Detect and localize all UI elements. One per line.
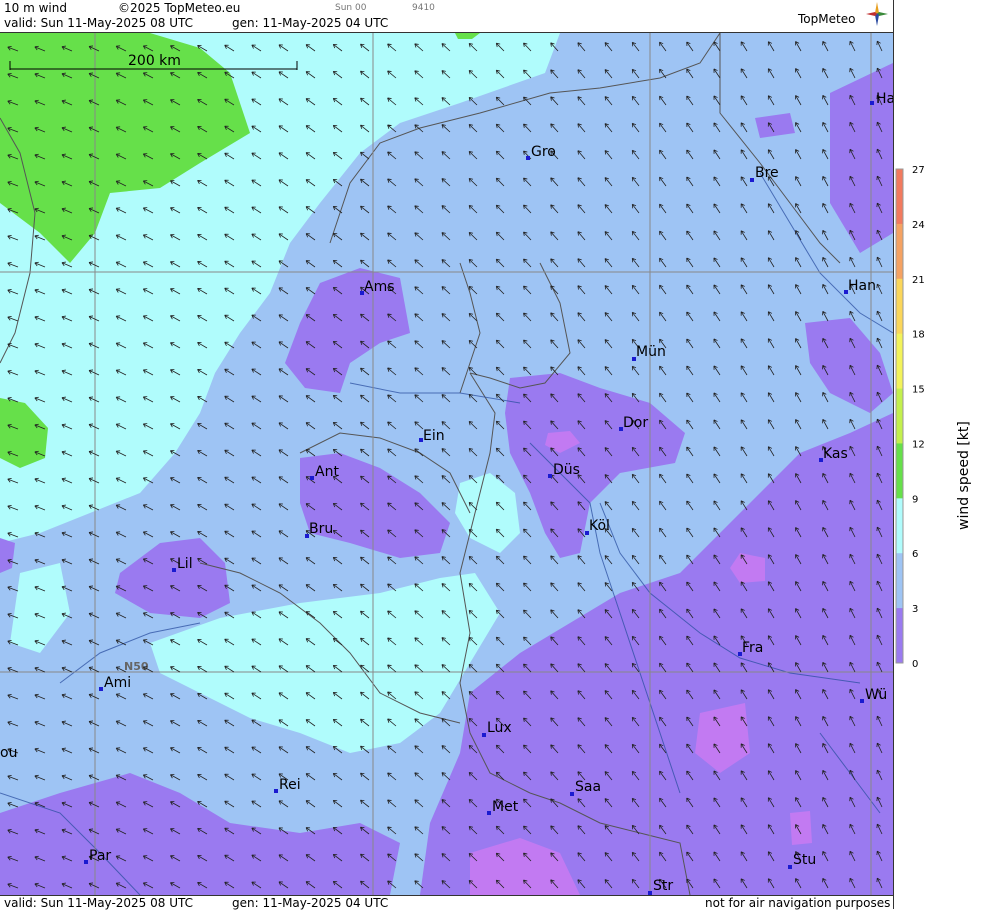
city-label: Bre bbox=[755, 165, 779, 181]
city-label: Ams bbox=[364, 279, 395, 295]
legend-tick-label: 12 bbox=[912, 439, 925, 450]
legend-tick-label: 6 bbox=[912, 549, 918, 560]
city-label: Saa bbox=[575, 779, 601, 795]
legend-color-segment bbox=[896, 608, 903, 664]
legend-tick-label: 15 bbox=[912, 385, 925, 396]
city-marker bbox=[788, 865, 792, 869]
wind-speed-legend: 27 24 21 18 15 12 9 6 3 0 wind speed [kt] bbox=[893, 0, 983, 909]
city-marker bbox=[99, 687, 103, 691]
legend-color-segment bbox=[896, 278, 903, 335]
city-label: Stu bbox=[793, 852, 816, 868]
city-label: Bru bbox=[309, 521, 333, 537]
city-label: Düs bbox=[553, 462, 580, 478]
city-label: Kas bbox=[823, 446, 848, 462]
legend-color-segment bbox=[896, 553, 903, 609]
city-label: ou bbox=[0, 745, 17, 761]
city-label: Ha bbox=[876, 91, 893, 107]
city-marker bbox=[172, 568, 176, 572]
legend-color-segment bbox=[896, 223, 903, 280]
city-label: Str bbox=[653, 878, 673, 894]
legend-color-bar bbox=[895, 168, 904, 664]
city-marker bbox=[274, 789, 278, 793]
legend-tick-label: 18 bbox=[912, 330, 925, 341]
city-label: Met bbox=[492, 799, 519, 815]
legend-color-segment bbox=[896, 388, 903, 444]
city-label: Wü bbox=[865, 687, 887, 703]
copyright: ©2025 TopMeteo.eu bbox=[118, 1, 241, 15]
city-marker bbox=[482, 733, 486, 737]
small-label-b: 9410 bbox=[412, 3, 435, 13]
city-marker bbox=[860, 699, 864, 703]
topmeteo-logo: TopMeteo bbox=[798, 12, 856, 26]
legend-tick-label: 0 bbox=[912, 659, 918, 670]
city-label: Par bbox=[89, 848, 111, 864]
city-label: Ein bbox=[423, 428, 445, 444]
city-marker bbox=[84, 860, 88, 864]
city-label: Fra bbox=[742, 640, 763, 656]
legend-tick-label: 24 bbox=[912, 220, 925, 231]
legend-color-segment bbox=[896, 333, 903, 390]
compass-logo-icon bbox=[866, 2, 888, 26]
wind-map[interactable]: N50 200 km Ha Gro Bre Ams Han Mün Dor Ein Kas Ant… bbox=[0, 33, 893, 895]
legend-tick-label: 21 bbox=[912, 275, 925, 286]
city-marker bbox=[548, 474, 552, 478]
city-label: Rei bbox=[279, 777, 301, 793]
city-label: Lux bbox=[487, 720, 512, 736]
legend-color-segment bbox=[896, 498, 903, 554]
small-label-a: Sun 00 bbox=[335, 3, 367, 13]
footer-gen-time: gen: 11-May-2025 04 UTC bbox=[232, 896, 389, 910]
legend-title: wind speed [kt] bbox=[956, 421, 972, 530]
legend-ticks: 27 24 21 18 15 12 9 6 3 0 bbox=[912, 165, 925, 670]
city-marker bbox=[310, 476, 314, 480]
scale-bar-label: 200 km bbox=[128, 53, 181, 69]
footer-valid-time: valid: Sun 11-May-2025 08 UTC bbox=[4, 896, 193, 910]
legend-tick-label: 27 bbox=[912, 165, 925, 176]
map-title: 10 m wind bbox=[4, 1, 67, 15]
city-label: Köl bbox=[589, 518, 610, 534]
gen-time: gen: 11-May-2025 04 UTC bbox=[232, 16, 389, 30]
city-marker bbox=[526, 156, 530, 160]
city-label: Lil bbox=[177, 556, 193, 572]
city-marker bbox=[750, 178, 754, 182]
legend-color-segment bbox=[896, 443, 903, 499]
city-label: Han bbox=[848, 278, 876, 294]
city-label: Gro bbox=[531, 144, 556, 160]
city-label: Dor bbox=[623, 415, 648, 431]
city-marker bbox=[487, 811, 491, 815]
city-label: Ant bbox=[315, 464, 339, 480]
legend-tick-label: 3 bbox=[912, 604, 918, 615]
city-label: Mün bbox=[636, 344, 666, 360]
city-marker bbox=[870, 101, 874, 105]
city-label: Ami bbox=[104, 675, 131, 691]
wind-area-violet-stu bbox=[790, 811, 812, 845]
city-marker bbox=[570, 792, 574, 796]
valid-time: valid: Sun 11-May-2025 08 UTC bbox=[4, 16, 193, 30]
map-header: 10 m wind ©2025 TopMeteo.eu Sun 00 9410 … bbox=[0, 0, 893, 33]
legend-tick-label: 9 bbox=[912, 494, 918, 505]
map-footer: valid: Sun 11-May-2025 08 UTC gen: 11-Ma… bbox=[0, 895, 893, 910]
legend-color-segment bbox=[896, 169, 903, 225]
footer-note: not for air navigation purposes bbox=[705, 896, 891, 910]
